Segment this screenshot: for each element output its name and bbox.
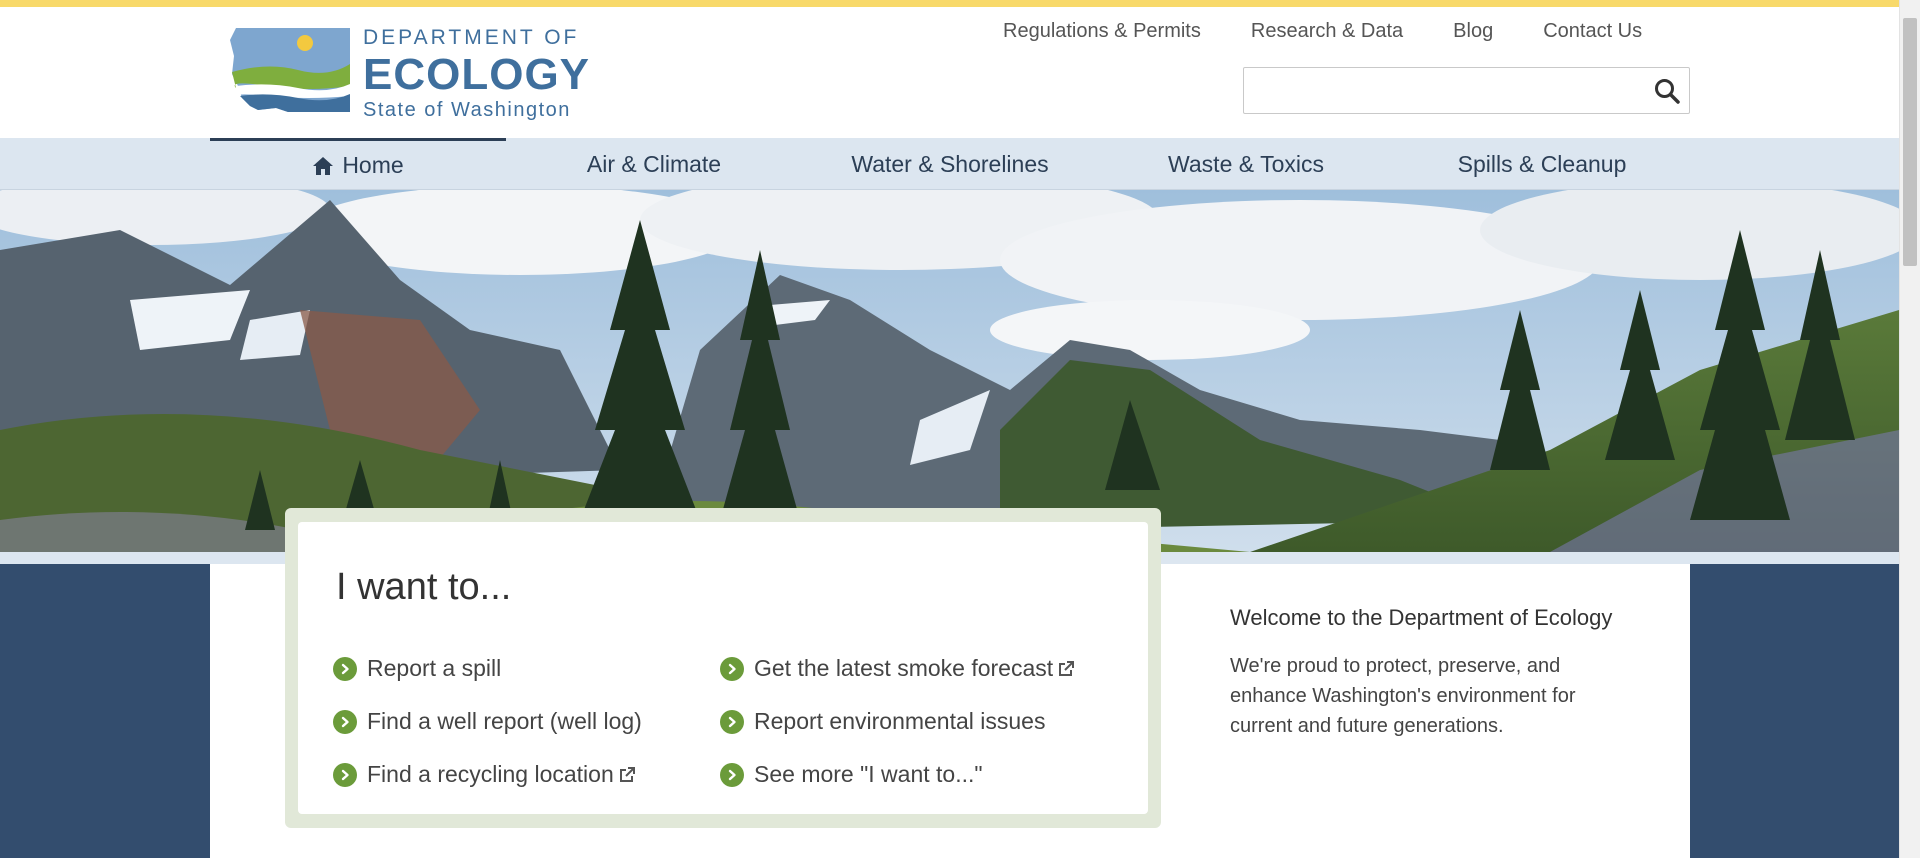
hero-image <box>0 190 1899 552</box>
link-label: Report environmental issues <box>754 708 1046 734</box>
chevron-right-icon <box>720 656 744 681</box>
nav-item-label: Home <box>342 152 404 178</box>
chevron-right-icon <box>333 709 357 734</box>
nav-item-label: Spills & Cleanup <box>1457 150 1627 177</box>
i-want-to-card: I want to... Report a spill Find a well … <box>285 508 1161 828</box>
welcome-title: Welcome to the Department of Ecology <box>1230 605 1613 630</box>
logo-line-state: State of Washington <box>363 99 571 121</box>
logo-line-department: DEPARTMENT OF <box>363 26 580 49</box>
page-scrollbar[interactable] <box>1899 0 1920 858</box>
nav-item-label: Waste & Toxics <box>1168 150 1324 177</box>
chevron-right-icon <box>720 709 744 734</box>
link-report-spill[interactable]: Report a spill <box>333 655 501 682</box>
link-find-recycling[interactable]: Find a recycling location <box>333 761 636 788</box>
nav-item-label: Air & Climate <box>586 150 722 177</box>
link-label: Find a recycling location <box>367 761 614 787</box>
search-input[interactable] <box>1254 74 1634 107</box>
scrollbar-thumb[interactable] <box>1903 18 1917 266</box>
link-see-more[interactable]: See more "I want to..." <box>720 761 983 788</box>
external-link-icon <box>619 766 635 782</box>
link-report-environmental-issues[interactable]: Report environmental issues <box>720 708 1045 735</box>
utility-nav: Regulations & Permits Research & Data Bl… <box>1003 20 1642 43</box>
nav-item-waste-toxics[interactable]: Waste & Toxics <box>1098 138 1394 190</box>
utility-link-blog[interactable]: Blog <box>1453 20 1493 43</box>
search-box <box>1243 67 1690 114</box>
link-label: See more "I want to..." <box>754 761 983 787</box>
top-accent-stripe <box>0 0 1899 7</box>
nav-item-home[interactable]: Home <box>210 138 506 190</box>
home-icon <box>313 156 334 175</box>
utility-link-contact[interactable]: Contact Us <box>1543 20 1642 43</box>
chevron-right-icon <box>720 762 744 787</box>
side-panel-right <box>1690 564 1899 858</box>
logo-line-ecology: ECOLOGY <box>363 50 591 99</box>
link-label: Get the latest smoke forecast <box>754 655 1054 681</box>
logo-wordmark: DEPARTMENT OF ECOLOGY State of Washingto… <box>363 24 590 122</box>
link-find-well-report[interactable]: Find a well report (well log) <box>333 708 642 735</box>
nav-item-spills-cleanup[interactable]: Spills & Cleanup <box>1394 138 1690 190</box>
i-want-to-card-inner: I want to... Report a spill Find a well … <box>298 522 1148 814</box>
chevron-right-icon <box>333 656 357 681</box>
welcome-body: We're proud to protect, preserve, and en… <box>1230 655 1576 737</box>
link-smoke-forecast[interactable]: Get the latest smoke forecast <box>720 655 1075 682</box>
nav-item-water-shorelines[interactable]: Water & Shorelines <box>802 138 1098 190</box>
nav-item-label: Water & Shorelines <box>851 150 1049 177</box>
washington-state-logo-icon <box>230 28 350 112</box>
side-panel-left <box>0 564 210 858</box>
link-label: Find a well report (well log) <box>367 708 642 734</box>
nav-item-air-climate[interactable]: Air & Climate <box>506 138 802 190</box>
utility-link-regulations[interactable]: Regulations & Permits <box>1003 20 1201 43</box>
external-link-icon <box>1059 660 1075 676</box>
ecology-logo[interactable]: DEPARTMENT OF ECOLOGY State of Washingto… <box>228 22 589 122</box>
chevron-right-icon <box>333 762 357 787</box>
search-icon[interactable] <box>1653 77 1681 105</box>
main-nav: Home Air & Climate Water & Shorelines Wa… <box>0 138 1899 190</box>
i-want-to-title: I want to... <box>336 566 512 608</box>
link-label: Report a spill <box>367 655 502 681</box>
welcome-section: Welcome to the Department of Ecology We'… <box>1230 600 1630 741</box>
utility-link-research[interactable]: Research & Data <box>1251 20 1403 43</box>
